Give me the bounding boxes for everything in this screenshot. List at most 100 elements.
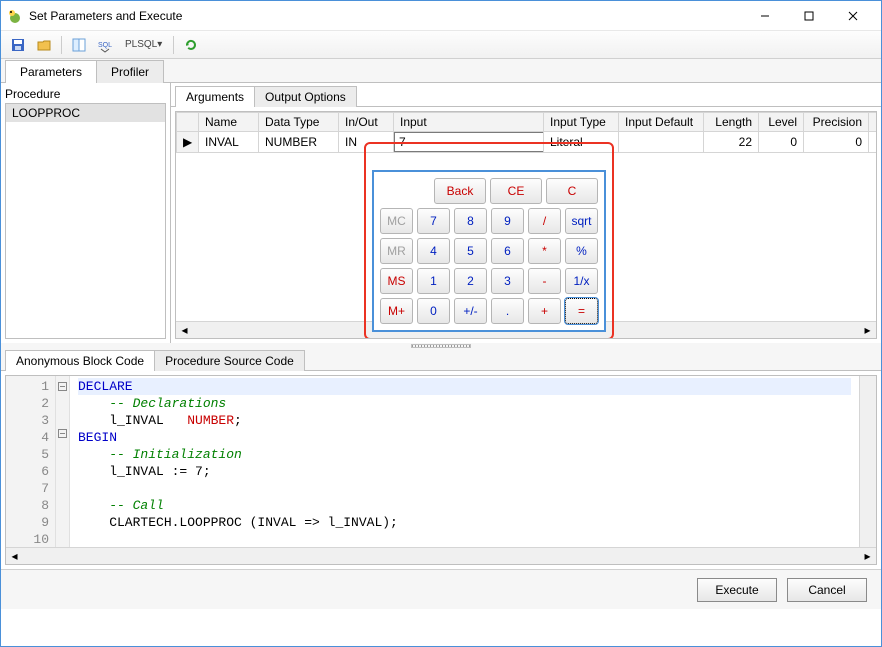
- calc-4-button[interactable]: 4: [417, 238, 450, 264]
- sql-dropdown-icon[interactable]: SQL: [94, 34, 116, 56]
- calc-minus-button[interactable]: -: [528, 268, 561, 294]
- svg-text:SQL: SQL: [98, 42, 112, 49]
- cancel-button[interactable]: Cancel: [787, 578, 867, 602]
- close-button[interactable]: [831, 2, 875, 30]
- execute-button[interactable]: Execute: [697, 578, 777, 602]
- tab-parameters[interactable]: Parameters: [5, 60, 97, 83]
- col-scale[interactable]: Scale: [869, 113, 877, 132]
- cell-level[interactable]: 0: [759, 132, 804, 153]
- footer: Execute Cancel: [1, 569, 881, 609]
- procedure-list[interactable]: LOOPPROC: [5, 103, 166, 339]
- script-toggle-icon[interactable]: [68, 34, 90, 56]
- plsql-label-icon[interactable]: PLSQL▾: [120, 34, 167, 56]
- maximize-button[interactable]: [787, 2, 831, 30]
- calc-multiply-button[interactable]: *: [528, 238, 561, 264]
- top-tabs: Parameters Profiler: [1, 59, 881, 83]
- calc-1-button[interactable]: 1: [417, 268, 450, 294]
- input-value-field[interactable]: [395, 133, 544, 151]
- open-icon[interactable]: [33, 34, 55, 56]
- tab-output-options[interactable]: Output Options: [254, 86, 357, 107]
- calc-2-button[interactable]: 2: [454, 268, 487, 294]
- calc-8-button[interactable]: 8: [454, 208, 487, 234]
- calculator-popup: Back CE C MC 7 8 9 / sqrt: [372, 170, 606, 332]
- calc-mr-button[interactable]: MR: [380, 238, 413, 264]
- calc-percent-button[interactable]: %: [565, 238, 598, 264]
- procedure-item[interactable]: LOOPPROC: [6, 104, 165, 122]
- cell-in-out[interactable]: IN: [339, 132, 394, 153]
- code-hscrollbar[interactable]: ◂ ▸: [6, 547, 876, 564]
- col-in-out[interactable]: In/Out: [339, 113, 394, 132]
- toolbar-separator: [61, 36, 62, 54]
- calc-3-button[interactable]: 3: [491, 268, 524, 294]
- table-row[interactable]: ▶ INVAL NUMBER IN Literal: [177, 132, 877, 153]
- col-input-type[interactable]: Input Type: [544, 113, 619, 132]
- calc-inverse-button[interactable]: 1/x: [565, 268, 598, 294]
- calc-dot-button[interactable]: .: [491, 298, 524, 324]
- code-body[interactable]: 1234567891011 DECLARE -- Declarations l_…: [6, 376, 876, 547]
- calc-6-button[interactable]: 6: [491, 238, 524, 264]
- cell-input-default[interactable]: [619, 132, 704, 153]
- main-window: Set Parameters and Execute SQL PLSQL▾ Pa…: [0, 0, 882, 647]
- calc-0-button[interactable]: 0: [417, 298, 450, 324]
- col-precision[interactable]: Precision: [804, 113, 869, 132]
- cell-input[interactable]: [394, 132, 544, 153]
- col-input-default[interactable]: Input Default: [619, 113, 704, 132]
- main-split: Procedure LOOPPROC Arguments Output Opti…: [1, 83, 881, 343]
- col-level[interactable]: Level: [759, 113, 804, 132]
- calc-c-button[interactable]: C: [546, 178, 598, 204]
- calc-divide-button[interactable]: /: [528, 208, 561, 234]
- code-vscrollbar[interactable]: [859, 376, 876, 547]
- tab-anonymous-block[interactable]: Anonymous Block Code: [5, 350, 155, 371]
- calc-ms-button[interactable]: MS: [380, 268, 413, 294]
- calc-7-button[interactable]: 7: [417, 208, 450, 234]
- code-lines[interactable]: DECLARE -- Declarations l_INVAL NUMBER;B…: [70, 376, 859, 547]
- code-tabs: Anonymous Block Code Procedure Source Co…: [1, 349, 881, 371]
- calc-back-button[interactable]: Back: [434, 178, 486, 204]
- app-icon: [7, 8, 23, 24]
- fold-gutter[interactable]: [56, 376, 70, 547]
- cell-name[interactable]: INVAL: [199, 132, 259, 153]
- cell-length[interactable]: 22: [704, 132, 759, 153]
- tab-profiler[interactable]: Profiler: [96, 60, 164, 83]
- tab-procedure-source[interactable]: Procedure Source Code: [154, 350, 305, 371]
- col-length[interactable]: Length: [704, 113, 759, 132]
- calc-equals-button[interactable]: =: [565, 298, 598, 324]
- row-indicator-icon: ▶: [177, 132, 199, 153]
- calc-mc-button[interactable]: MC: [380, 208, 413, 234]
- arguments-grid: Name Data Type In/Out Input Input Type I…: [176, 112, 876, 153]
- scroll-right-icon[interactable]: ▸: [859, 548, 876, 565]
- cell-precision[interactable]: 0: [804, 132, 869, 153]
- calc-mplus-button[interactable]: M+: [380, 298, 413, 324]
- toolbar-separator-2: [173, 36, 174, 54]
- calc-9-button[interactable]: 9: [491, 208, 524, 234]
- procedure-label: Procedure: [5, 87, 166, 101]
- line-number-gutter: 1234567891011: [6, 376, 56, 547]
- col-name[interactable]: Name: [199, 113, 259, 132]
- window-title: Set Parameters and Execute: [29, 9, 743, 23]
- minimize-button[interactable]: [743, 2, 787, 30]
- col-input[interactable]: Input: [394, 113, 544, 132]
- calc-5-button[interactable]: 5: [454, 238, 487, 264]
- tab-arguments[interactable]: Arguments: [175, 86, 255, 107]
- calc-sqrt-button[interactable]: sqrt: [565, 208, 598, 234]
- scroll-left-icon[interactable]: ◂: [6, 548, 23, 565]
- code-editor: 1234567891011 DECLARE -- Declarations l_…: [5, 375, 877, 565]
- calculator-highlight: Back CE C MC 7 8 9 / sqrt: [364, 142, 614, 339]
- sub-tabs: Arguments Output Options: [171, 85, 881, 107]
- calc-plusminus-button[interactable]: +/-: [454, 298, 487, 324]
- save-icon[interactable]: [7, 34, 29, 56]
- calc-plus-button[interactable]: +: [528, 298, 561, 324]
- refresh-icon[interactable]: [180, 34, 202, 56]
- cell-scale[interactable]: 0: [869, 132, 877, 153]
- toolbar: SQL PLSQL▾: [1, 31, 881, 59]
- arguments-pane: Arguments Output Options Name: [171, 83, 881, 343]
- procedure-pane: Procedure LOOPPROC: [1, 83, 171, 343]
- titlebar: Set Parameters and Execute: [1, 1, 881, 31]
- arguments-grid-wrap: Name Data Type In/Out Input Input Type I…: [175, 111, 877, 339]
- cell-data-type[interactable]: NUMBER: [259, 132, 339, 153]
- scroll-left-icon[interactable]: ◂: [176, 322, 193, 339]
- cell-input-type[interactable]: Literal: [544, 132, 619, 153]
- scroll-right-icon[interactable]: ▸: [859, 322, 876, 339]
- calc-ce-button[interactable]: CE: [490, 178, 542, 204]
- col-data-type[interactable]: Data Type: [259, 113, 339, 132]
